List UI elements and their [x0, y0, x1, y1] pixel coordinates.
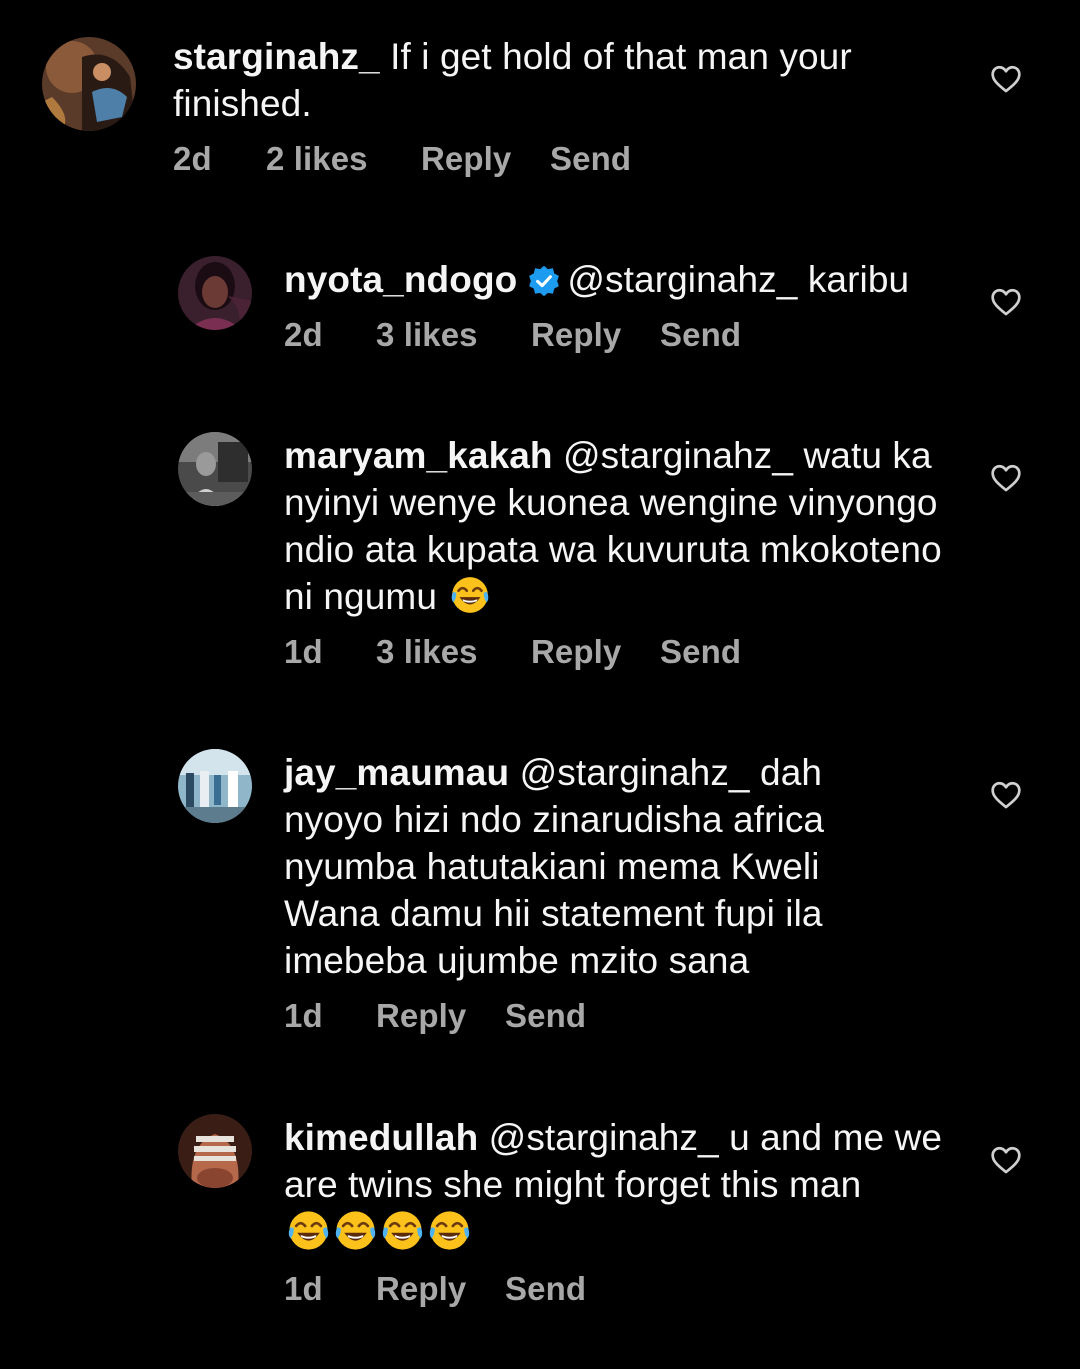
send-button[interactable]: Send: [550, 139, 631, 179]
reply-button[interactable]: Reply: [376, 1269, 505, 1309]
comment-username[interactable]: maryam_kakah: [284, 435, 553, 476]
mention-link[interactable]: @starginahz_: [520, 752, 750, 793]
comment-body: kimedullah @starginahz_ u and me we are …: [284, 1114, 964, 1309]
comment-time[interactable]: 2d: [284, 315, 376, 355]
comment-time[interactable]: 1d: [284, 632, 376, 672]
reply-button[interactable]: Reply: [376, 996, 505, 1036]
heart-outline-icon[interactable]: [989, 1143, 1023, 1177]
comment-text-block: jay_maumau @starginahz_ dah nyoyo hizi n…: [284, 749, 924, 984]
mention-link[interactable]: @starginahz_: [489, 1117, 719, 1158]
avatar-image: [178, 432, 252, 506]
send-button[interactable]: Send: [660, 632, 741, 672]
avatar[interactable]: [178, 256, 252, 330]
comment-text: karibu: [807, 259, 910, 300]
comment-username[interactable]: nyota_ndogo: [284, 259, 517, 300]
comment-username[interactable]: kimedullah: [284, 1117, 478, 1158]
avatar[interactable]: [178, 432, 252, 506]
avatar[interactable]: [178, 749, 252, 823]
send-button[interactable]: Send: [505, 1269, 586, 1309]
comment-time[interactable]: 2d: [173, 139, 266, 179]
comment-meta: 1d Reply Send: [284, 1269, 964, 1309]
mention-link[interactable]: @starginahz_: [567, 259, 797, 300]
comment-body: jay_maumau @starginahz_ dah nyoyo hizi n…: [284, 749, 924, 1036]
face-with-tears-of-joy: [429, 1211, 470, 1250]
heart-outline-icon[interactable]: [989, 285, 1023, 319]
comment-likes[interactable]: 3 likes: [376, 632, 531, 672]
comment-time[interactable]: 1d: [284, 996, 376, 1036]
comment-text-block: nyota_ndogo @starginahz_ karibu: [284, 256, 964, 303]
mention-link[interactable]: @starginahz_: [563, 435, 793, 476]
avatar-image: [178, 749, 252, 823]
reply-button[interactable]: Reply: [531, 632, 660, 672]
comment-likes[interactable]: 2 likes: [266, 139, 421, 179]
avatar-image: [178, 256, 252, 330]
face-with-tears-of-joy: [335, 1211, 376, 1250]
comment-meta: 2d 3 likes Reply Send: [284, 315, 964, 355]
heart-outline-icon[interactable]: [989, 62, 1023, 96]
avatar-image: [178, 1114, 252, 1188]
reply-item: kimedullah @starginahz_ u and me we are …: [0, 1108, 1080, 1338]
comment-text-block: maryam_kakah @starginahz_ watu ka nyinyi…: [284, 432, 964, 620]
comment-text-block: kimedullah @starginahz_ u and me we are …: [284, 1114, 964, 1257]
avatar[interactable]: [42, 37, 136, 131]
comment-item: starginahz_ If i get hold of that man yo…: [0, 0, 1080, 210]
send-button[interactable]: Send: [660, 315, 741, 355]
comment-body: starginahz_ If i get hold of that man yo…: [173, 33, 963, 179]
reply-item: jay_maumau @starginahz_ dah nyoyo hizi n…: [0, 743, 1080, 1063]
face-with-tears-of-joy: [452, 577, 489, 613]
comment-meta: 1d Reply Send: [284, 996, 924, 1036]
comment-body: nyota_ndogo @starginahz_ karibu 2d 3 like…: [284, 256, 964, 355]
verified-badge-icon: [529, 265, 560, 297]
comment-meta: 2d 2 likes Reply Send: [173, 139, 963, 179]
send-button[interactable]: Send: [505, 996, 586, 1036]
comment-body: maryam_kakah @starginahz_ watu ka nyinyi…: [284, 432, 964, 672]
comment-username[interactable]: starginahz_: [173, 36, 380, 77]
reply-button[interactable]: Reply: [531, 315, 660, 355]
heart-outline-icon[interactable]: [989, 778, 1023, 812]
avatar[interactable]: [178, 1114, 252, 1188]
comment-text-block: starginahz_ If i get hold of that man yo…: [173, 33, 963, 127]
reply-item: nyota_ndogo @starginahz_ karibu 2d 3 like…: [0, 250, 1080, 380]
emoji-group: [284, 1211, 472, 1254]
comment-likes[interactable]: 3 likes: [376, 315, 531, 355]
face-with-tears-of-joy: [382, 1211, 423, 1250]
reply-item: maryam_kakah @starginahz_ watu ka nyinyi…: [0, 426, 1080, 696]
reply-button[interactable]: Reply: [421, 139, 550, 179]
comment-time[interactable]: 1d: [284, 1269, 376, 1309]
face-with-tears-of-joy: [288, 1211, 329, 1250]
heart-outline-icon[interactable]: [989, 461, 1023, 495]
avatar-image: [42, 37, 136, 131]
comment-meta: 1d 3 likes Reply Send: [284, 632, 964, 672]
comment-username[interactable]: jay_maumau: [284, 752, 509, 793]
